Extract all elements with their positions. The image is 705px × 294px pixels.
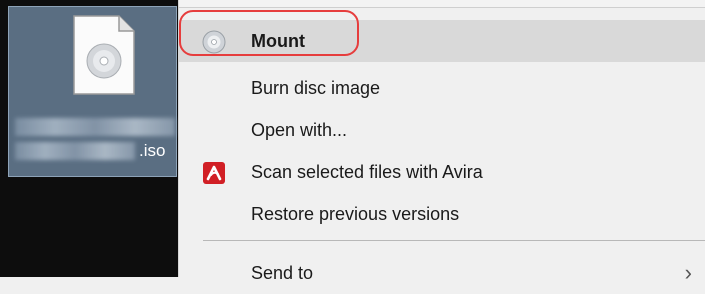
menu-item-burn-disc-image[interactable]: Burn disc image: [179, 67, 705, 109]
iso-file-item[interactable]: .iso: [8, 6, 177, 177]
menu-item-label: Open with...: [251, 119, 348, 140]
file-pane: .iso: [0, 0, 178, 277]
blurred-file-name: [15, 142, 135, 160]
disc-image-file-icon: [73, 15, 135, 95]
blurred-file-name: [15, 118, 175, 136]
menu-item-label: Scan selected files with Avira: [251, 161, 483, 182]
menu-item-label: Send to: [251, 262, 314, 283]
menu-item-label: Restore previous versions: [251, 203, 460, 224]
chevron-right-icon: ›: [684, 260, 692, 285]
menu-item-scan-avira[interactable]: Scan selected files with Avira: [179, 151, 705, 193]
file-extension: .iso: [139, 141, 166, 160]
highlight-annotation: [179, 10, 359, 56]
menu-item-open-with[interactable]: Open with...: [179, 109, 705, 151]
context-menu: Mount Burn disc image Open with... Scan …: [178, 0, 705, 285]
menu-item-send-to[interactable]: Send to ›: [179, 252, 705, 294]
menu-top-edge: [179, 0, 705, 8]
menu-item-label: Burn disc image: [251, 77, 381, 98]
menu-item-restore-previous-versions[interactable]: Restore previous versions: [179, 193, 705, 235]
menu-separator: [203, 240, 705, 241]
file-name: .iso: [15, 115, 175, 163]
avira-icon: [201, 160, 227, 186]
